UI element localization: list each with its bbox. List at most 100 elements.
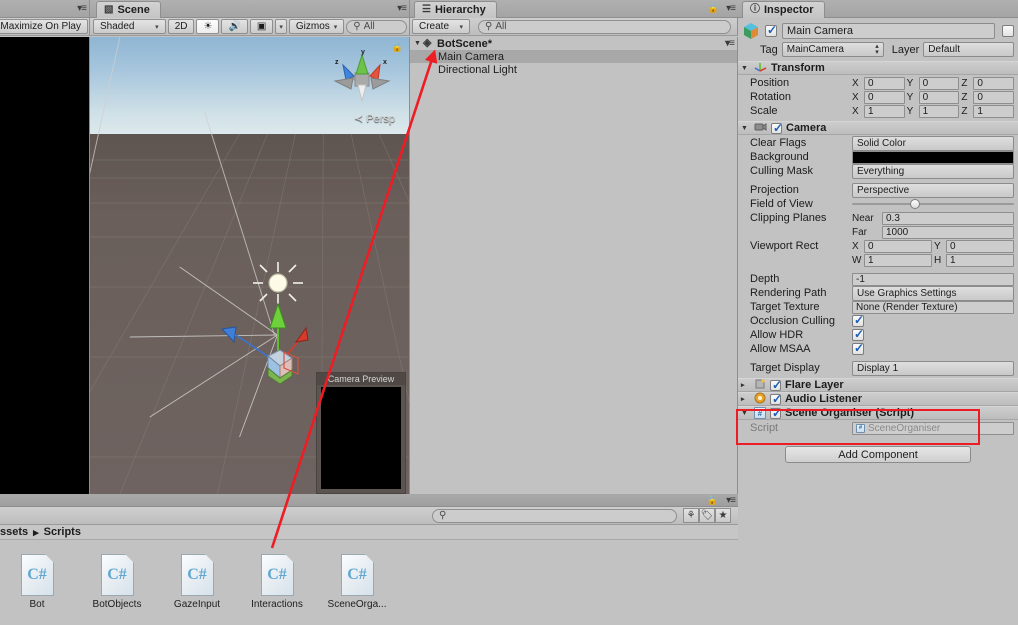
camera-enabled-checkbox[interactable] bbox=[771, 123, 782, 134]
game-view-tabstrip: ▾≡ bbox=[0, 0, 90, 18]
scene-audio-toggle[interactable]: 🔊 bbox=[221, 19, 247, 34]
foldout-open-icon[interactable]: ▼ bbox=[414, 40, 423, 47]
rotation-x-input[interactable]: 0 bbox=[864, 91, 905, 104]
scene-orientation-gizmo[interactable]: y x z bbox=[327, 47, 397, 109]
foldout-open-icon[interactable]: ▼ bbox=[741, 410, 750, 417]
property-row-rotation: Rotation X 0 Y 0 Z 0 bbox=[742, 90, 1014, 104]
viewport-y-input[interactable]: 0 bbox=[946, 240, 1014, 253]
star-icon[interactable]: ★ bbox=[715, 508, 731, 523]
game-view-surface[interactable] bbox=[0, 37, 90, 494]
viewport-h-input[interactable]: 1 bbox=[946, 254, 1014, 267]
scene-perspective-label[interactable]: ≺ Persp bbox=[354, 112, 395, 125]
scene-effects-toggle[interactable]: ▣ bbox=[250, 19, 273, 34]
lock-icon[interactable]: 🔒 bbox=[708, 3, 719, 14]
tag-dropdown[interactable]: MainCamera ▴▾ bbox=[782, 42, 884, 57]
position-y-input[interactable]: 0 bbox=[919, 77, 960, 90]
object-active-checkbox[interactable] bbox=[765, 25, 777, 37]
asset-item[interactable]: C# GazeInput bbox=[168, 554, 226, 625]
projection-dropdown[interactable]: Perspective bbox=[852, 183, 1014, 198]
tab-hierarchy[interactable]: ☰ Hierarchy bbox=[414, 1, 497, 18]
clipping-far-input[interactable]: 1000 bbox=[882, 226, 1014, 239]
rendering-path-dropdown[interactable]: Use Graphics Settings bbox=[852, 286, 1014, 301]
depth-input[interactable]: -1 bbox=[852, 273, 1014, 286]
scene-effects-dropdown[interactable]: ▾ bbox=[275, 19, 287, 34]
allow-hdr-checkbox[interactable] bbox=[852, 329, 864, 341]
component-header-audio-listener[interactable]: ▸ Audio Listener bbox=[738, 392, 1018, 406]
scale-z-input[interactable]: 1 bbox=[973, 105, 1014, 118]
occlusion-culling-checkbox[interactable] bbox=[852, 315, 864, 327]
viewport-x-input[interactable]: 0 bbox=[864, 240, 932, 253]
hierarchy-item-scene[interactable]: ▼ ◈ BotScene* ▾≡ bbox=[410, 37, 737, 50]
lock-icon[interactable]: 🔒 bbox=[707, 495, 718, 506]
static-checkbox[interactable] bbox=[1002, 25, 1014, 37]
position-x-input[interactable]: 0 bbox=[864, 77, 905, 90]
breadcrumb-scripts[interactable]: Scripts bbox=[44, 526, 81, 538]
maximize-on-play-button[interactable]: Maximize On Play bbox=[0, 19, 88, 34]
culling-mask-dropdown[interactable]: Everything bbox=[852, 164, 1014, 179]
foldout-open-icon[interactable]: ▼ bbox=[741, 65, 750, 72]
scene-context-menu-icon[interactable]: ▾≡ bbox=[725, 38, 734, 49]
scene-lighting-toggle[interactable]: ☀ bbox=[196, 19, 219, 34]
hierarchy-item-directional-light[interactable]: Directional Light bbox=[410, 63, 737, 76]
hierarchy-item-label: Main Camera bbox=[438, 51, 504, 63]
chevron-down-icon: ▾ bbox=[459, 23, 463, 31]
project-menu-icon[interactable]: ▾≡ bbox=[726, 495, 735, 506]
scene-selected-object-gizmo[interactable] bbox=[198, 232, 338, 392]
inspector-object-row: Main Camera bbox=[742, 22, 1014, 39]
scene-view-menu-icon[interactable]: ▾≡ bbox=[397, 3, 406, 14]
gizmos-dropdown[interactable]: Gizmos ▾ bbox=[289, 19, 344, 34]
allow-msaa-checkbox[interactable] bbox=[852, 343, 864, 355]
target-display-dropdown[interactable]: Display 1 bbox=[852, 361, 1014, 376]
scene-viewport[interactable]: y x z 🔒 ≺ Persp bbox=[90, 37, 410, 494]
viewport-w-input[interactable]: 1 bbox=[864, 254, 932, 267]
rotation-y-input[interactable]: 0 bbox=[919, 91, 960, 104]
breadcrumb: ssets ▸ Scripts bbox=[0, 525, 738, 540]
clipping-near-input[interactable]: 0.3 bbox=[882, 212, 1014, 225]
tab-inspector[interactable]: ⓘ Inspector bbox=[742, 1, 825, 18]
foldout-open-icon[interactable]: ▼ bbox=[741, 125, 750, 132]
layer-dropdown[interactable]: Default bbox=[923, 42, 1014, 57]
scene-search-input[interactable]: ⚲ All bbox=[346, 20, 407, 34]
foldout-closed-icon[interactable]: ▸ bbox=[741, 395, 750, 403]
script-object-field[interactable]: # SceneOrganiser bbox=[852, 422, 1014, 435]
tag-icon[interactable]: 🏷 bbox=[699, 508, 715, 523]
component-header-transform[interactable]: ▼ Transform bbox=[738, 61, 1018, 75]
background-color-swatch[interactable] bbox=[852, 151, 1014, 164]
target-texture-field[interactable]: None (Render Texture) bbox=[852, 301, 1014, 314]
project-search-input[interactable]: ⚲ bbox=[432, 509, 677, 523]
hierarchy-tree[interactable]: ▼ ◈ BotScene* ▾≡ Main Camera Directional… bbox=[410, 37, 738, 494]
component-header-flare-layer[interactable]: ▸ Flare Layer bbox=[738, 378, 1018, 392]
project-asset-grid[interactable]: C# Bot C# BotObjects C# GazeInput C# Int… bbox=[0, 546, 738, 625]
audio-listener-enabled-checkbox[interactable] bbox=[770, 394, 781, 405]
object-filter-icon[interactable]: ⚘ bbox=[683, 508, 699, 523]
create-button[interactable]: Create ▾ bbox=[412, 19, 470, 34]
asset-item[interactable]: C# BotObjects bbox=[88, 554, 146, 625]
add-component-button[interactable]: Add Component bbox=[785, 446, 971, 463]
asset-item[interactable]: C# SceneOrga... bbox=[328, 554, 386, 625]
rotation-z-input[interactable]: 0 bbox=[973, 91, 1014, 104]
asset-item[interactable]: C# Bot bbox=[8, 554, 66, 625]
position-z-input[interactable]: 0 bbox=[973, 77, 1014, 90]
hierarchy-search-input[interactable]: ⚲ All bbox=[478, 20, 731, 34]
flare-layer-enabled-checkbox[interactable] bbox=[770, 380, 781, 391]
component-header-camera[interactable]: ▼ Camera bbox=[738, 121, 1018, 135]
foldout-closed-icon[interactable]: ▸ bbox=[741, 381, 750, 389]
clear-flags-dropdown[interactable]: Solid Color bbox=[852, 136, 1014, 151]
scale-y-input[interactable]: 1 bbox=[919, 105, 960, 118]
game-view-menu-icon[interactable]: ▾≡ bbox=[77, 3, 86, 14]
slider-knob[interactable] bbox=[910, 199, 920, 209]
scene-lock-icon[interactable]: 🔒 bbox=[392, 42, 403, 53]
scale-x-input[interactable]: 1 bbox=[864, 105, 905, 118]
field-of-view-slider[interactable] bbox=[852, 198, 1014, 211]
tab-scene[interactable]: ▧ Scene bbox=[96, 1, 161, 18]
breadcrumb-assets[interactable]: ssets bbox=[0, 526, 28, 538]
hierarchy-menu-icon[interactable]: ▾≡ bbox=[726, 3, 735, 14]
scene-organiser-enabled-checkbox[interactable] bbox=[770, 408, 781, 419]
toggle-2d-button[interactable]: 2D bbox=[168, 19, 195, 34]
hierarchy-item-main-camera[interactable]: Main Camera bbox=[410, 50, 737, 63]
shading-mode-dropdown[interactable]: Shaded ▾ bbox=[93, 19, 166, 34]
asset-item[interactable]: C# Interactions bbox=[248, 554, 306, 625]
axis-y-label: Y bbox=[907, 106, 917, 117]
object-name-field[interactable]: Main Camera bbox=[782, 23, 995, 39]
component-header-scene-organiser[interactable]: ▼ # Scene Organiser (Script) bbox=[738, 406, 1018, 420]
